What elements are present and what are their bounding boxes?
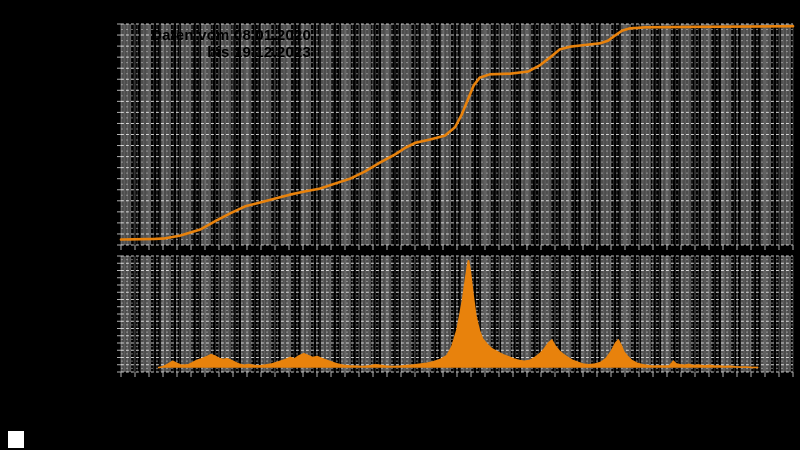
- daily-area-chart: [117, 255, 794, 377]
- chart-title: Daten vom 08.01.2020 bis 19.12.2023: [147, 27, 311, 61]
- chart-canvas: Daten vom 08.01.2020 bis 19.12.2023: [0, 0, 800, 450]
- daily-chart-panel: [117, 255, 794, 377]
- chart-title-line1: Daten vom 08.01.2020: [151, 27, 311, 44]
- legend-marker-square: [8, 431, 24, 448]
- chart-title-line2: bis 19.12.2023: [207, 44, 311, 61]
